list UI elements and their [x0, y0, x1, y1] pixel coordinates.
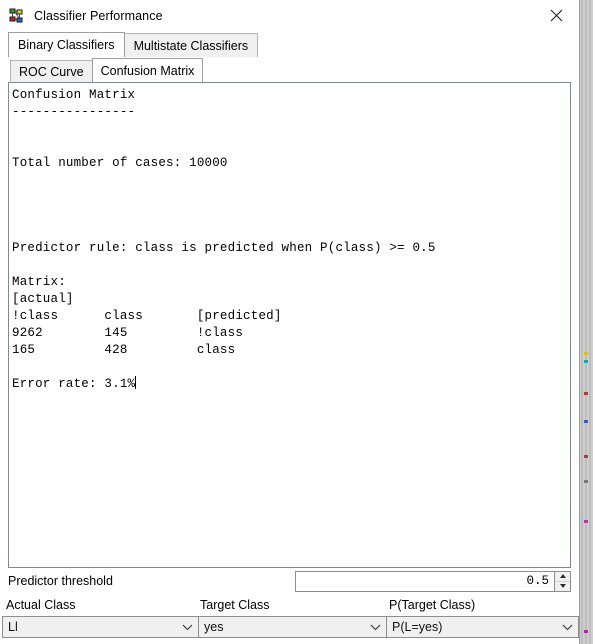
predictor-threshold-label: Predictor threshold — [8, 574, 113, 588]
predictor-threshold-input[interactable]: 0.5 — [295, 570, 554, 592]
window-title: Classifier Performance — [34, 8, 163, 23]
spinner-up-icon — [559, 574, 566, 578]
backdrop-stripe — [589, 0, 591, 644]
backdrop-stripe — [585, 0, 587, 644]
close-icon — [550, 9, 563, 21]
predictor-threshold-row: Predictor threshold 0.5 — [0, 568, 579, 594]
tab-label: Binary Classifiers — [18, 38, 115, 52]
selector-controls-row: Ll yes P(L=yes) — [0, 616, 579, 638]
outer-tab-strip: Binary Classifiers Multistate Classifier… — [0, 31, 579, 57]
spinner-down-icon — [559, 584, 566, 588]
chevron-down-icon — [364, 624, 386, 631]
backdrop-speck — [584, 352, 588, 355]
predictor-threshold-value: 0.5 — [526, 574, 549, 588]
confusion-matrix-textarea[interactable]: Confusion Matrix ---------------- Total … — [8, 82, 571, 568]
backdrop-speck — [584, 392, 588, 395]
backdrop-speck — [584, 630, 588, 633]
tab-label: Multistate Classifiers — [133, 39, 249, 53]
chevron-down-icon — [556, 624, 578, 631]
p-target-class-dropdown[interactable]: P(L=yes) — [386, 616, 579, 638]
report-text: Confusion Matrix ---------------- Total … — [12, 88, 436, 391]
classifier-network-icon — [9, 8, 25, 24]
chevron-down-icon — [176, 624, 198, 631]
tab-roc-curve[interactable]: ROC Curve — [10, 60, 93, 82]
actual-class-label: Actual Class — [6, 598, 76, 612]
tab-binary-classifiers[interactable]: Binary Classifiers — [8, 32, 125, 57]
backdrop-stripe — [581, 0, 583, 644]
actual-class-dropdown[interactable]: Ll — [2, 616, 199, 638]
backdrop-speck — [584, 480, 588, 483]
backdrop-speck — [584, 520, 588, 523]
target-class-label: Target Class — [200, 598, 270, 612]
selector-labels-row: Actual Class Target Class P(Target Class… — [0, 594, 579, 616]
tab-multistate-classifiers[interactable]: Multistate Classifiers — [123, 33, 259, 57]
tab-label: ROC Curve — [19, 65, 84, 79]
actual-class-value: Ll — [8, 620, 18, 634]
content-area: Confusion Matrix ---------------- Total … — [0, 82, 579, 568]
tab-label: Confusion Matrix — [100, 64, 195, 78]
backdrop-speck — [584, 455, 588, 458]
spinner-buttons[interactable] — [554, 570, 571, 592]
class-selector-block: Actual Class Target Class P(Target Class… — [0, 594, 579, 638]
close-button[interactable] — [534, 0, 579, 30]
target-class-dropdown[interactable]: yes — [198, 616, 387, 638]
p-target-class-label: P(Target Class) — [389, 598, 476, 612]
spinner-increment-button[interactable] — [555, 572, 570, 581]
backdrop-speck — [584, 420, 588, 423]
backdrop-speck — [584, 360, 588, 363]
target-class-value: yes — [204, 620, 224, 634]
inner-tab-strip: ROC Curve Confusion Matrix — [0, 57, 579, 82]
title-bar: Classifier Performance — [0, 0, 579, 31]
p-target-class-value: P(L=yes) — [392, 620, 443, 634]
predictor-threshold-spinner[interactable]: 0.5 — [295, 570, 571, 592]
classifier-performance-window: Classifier Performance Binary Classifier… — [0, 0, 580, 644]
window-bottom-padding — [0, 638, 579, 644]
tab-confusion-matrix[interactable]: Confusion Matrix — [91, 58, 204, 82]
text-cursor — [135, 376, 137, 389]
spinner-decrement-button[interactable] — [555, 580, 570, 591]
